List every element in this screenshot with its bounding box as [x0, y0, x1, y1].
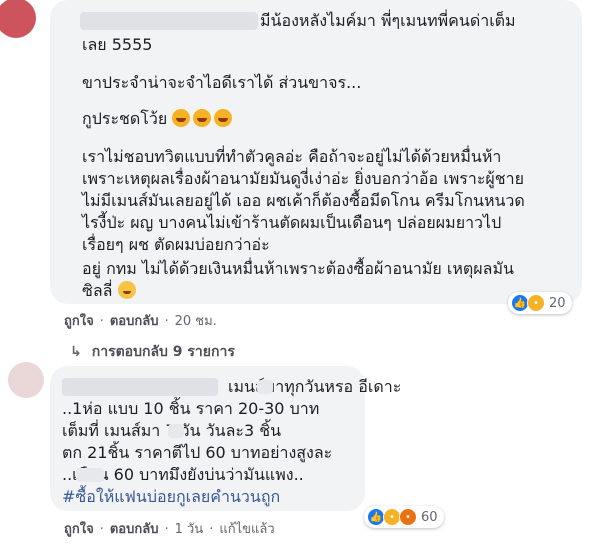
blurred-username: [80, 12, 258, 30]
laughing-emoji-icon: [193, 109, 212, 127]
reaction-count: 20: [549, 295, 566, 311]
timestamp[interactable]: 1 วัน: [175, 522, 204, 537]
angry-icon: •: [399, 508, 417, 526]
like-link[interactable]: ถูกใจ: [64, 522, 94, 537]
reaction-count: 60: [421, 509, 438, 525]
comment-text-line: เรื่อยๆ ผช ตัดผมบ่อยกว่าอ่ะ: [82, 235, 270, 254]
comment-text-line: เลย 5555: [82, 35, 153, 54]
avatar[interactable]: [8, 362, 44, 398]
reply-link[interactable]: ตอบกลับ: [110, 314, 159, 329]
comment-text-line: มีน้องหลังไมค์มา พี่ๆเมนทพี่คนด่าเต็ม: [260, 11, 516, 30]
comment-actions: ถูกใจ · ตอบกลับ · 1 วัน · แก้ไขแล้ว: [64, 522, 275, 537]
laughing-emoji-icon: [172, 109, 191, 127]
reaction-summary[interactable]: 👍 • • 60: [364, 506, 444, 528]
sweat-smile-emoji-icon: [117, 281, 136, 299]
reaction-summary[interactable]: 👍 • 20: [508, 292, 572, 314]
comment-text: กูประชดโว้ย: [82, 109, 168, 128]
blurred-username: [62, 378, 218, 396]
laughing-emoji-icon: [214, 109, 233, 127]
reply-link[interactable]: ตอบกลับ: [110, 522, 159, 537]
view-replies-link[interactable]: ↳ การตอบกลับ 9 รายการ: [70, 341, 235, 363]
replies-count-label: การตอบกลับ 9 รายการ: [91, 344, 235, 360]
comment-text-line: เพราะเหตุผลเรื่องผ้าอนามัยมันดูงี่เง่าอ่…: [82, 169, 525, 188]
comment-text-line: กูประชดโว้ย: [82, 108, 235, 130]
avatar[interactable]: [0, 0, 36, 38]
edited-label[interactable]: แก้ไขแล้ว: [219, 522, 274, 537]
blurred-text: [257, 380, 273, 394]
comment-text-line: ไรงี้ป่ะ ผญ บางคนไม่เข้าร้านตัดผมเป็นเดื…: [82, 213, 502, 232]
comment-text-line: ซิลลี่: [82, 280, 139, 302]
blurred-text: [168, 424, 184, 438]
comment-text-line: ..1ห่อ แบบ 10 ชิ้น ราคา 20-30 บาท: [62, 399, 320, 418]
haha-icon: •: [527, 294, 545, 312]
blurred-text: [76, 468, 104, 482]
comment-text-line: ตก 21ชิ้น ราคาตีไป 60 บาทอย่างสูงละ: [62, 443, 333, 462]
comment-text-line: เราไม่ชอบทวิตแบบที่ทำตัวคูลอ่ะ คือถ้าจะอ…: [82, 147, 502, 166]
timestamp[interactable]: 20 ชม.: [175, 314, 217, 329]
comment-text-line: อยู่ กทม ไม่ได้ด้วยเงินหมื่นห้าเพราะต้อง…: [82, 259, 514, 278]
comment-text-line: เมนส์มาทุกวันหรอ อีเดาะ: [228, 377, 402, 396]
comment-text-line: ไม่มีเมนส์มันเลยอยู่ได้ เออ ผชเค้าก็ต้อง…: [82, 191, 525, 210]
like-link[interactable]: ถูกใจ: [64, 314, 94, 329]
hashtag-link[interactable]: #ซื้อให้แฟนบ่อยกูเลยคำนวนถูก: [62, 486, 280, 508]
comment-actions: ถูกใจ · ตอบกลับ · 20 ชม.: [64, 314, 217, 329]
comment-text: ซิลลี่: [82, 281, 113, 300]
reply-arrow-icon: ↳: [70, 344, 82, 360]
comment-text-line: ขาประจำน่าจะจำไอดีเราได้ ส่วนขาจร...: [82, 73, 362, 92]
